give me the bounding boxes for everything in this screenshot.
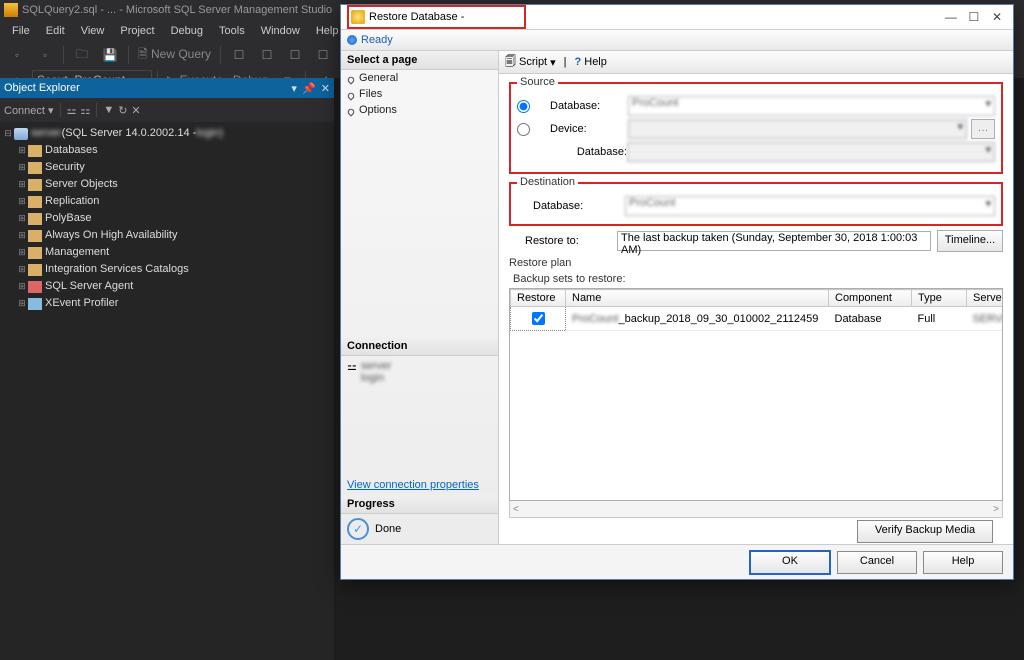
server-icon: ⚍ bbox=[347, 360, 357, 384]
maximize-icon[interactable]: ☐ bbox=[964, 10, 984, 24]
page-files[interactable]: Files bbox=[341, 86, 498, 102]
save-icon[interactable]: 💾 bbox=[97, 46, 123, 64]
dropdown-icon[interactable]: ▾ bbox=[291, 83, 297, 95]
folder-icon bbox=[28, 264, 42, 276]
object-explorer-panel: Object Explorer ▾ 📌 ✕ Connect ▾ ⚍ ⚏ ▼ ↻ … bbox=[0, 78, 335, 660]
menu-project[interactable]: Project bbox=[112, 25, 162, 37]
dialog-titlebar[interactable]: Restore Database - — ☐ ✕ bbox=[341, 5, 1013, 30]
restore-database-dialog: Restore Database - — ☐ ✕ Ready Select a … bbox=[340, 4, 1014, 580]
tb-icon[interactable]: ☐ bbox=[226, 46, 252, 64]
close-icon[interactable]: ✕ bbox=[987, 10, 1007, 24]
app-title: SQLQuery2.sql - ... - Microsoft SQL Serv… bbox=[22, 4, 332, 16]
new-query-button[interactable]: 🗎 New Query bbox=[134, 43, 215, 68]
restore-plan: Restore plan Backup sets to restore: Res… bbox=[499, 257, 1013, 544]
dialog-footer: OK Cancel Help bbox=[341, 544, 1013, 579]
dialog-title: Restore Database - bbox=[369, 11, 464, 23]
dialog-sidebar: Select a page General Files Options Conn… bbox=[341, 51, 499, 544]
tb-icon[interactable]: ✕ bbox=[131, 104, 140, 117]
progress-header: Progress bbox=[341, 495, 498, 514]
view-connection-link[interactable]: View connection properties bbox=[341, 475, 498, 495]
table-row[interactable]: ProCount_backup_2018_09_30_010002_211245… bbox=[511, 307, 1004, 331]
folder-icon bbox=[28, 213, 42, 225]
restore-to-field: The last backup taken (Sunday, September… bbox=[617, 231, 931, 251]
menu-view[interactable]: View bbox=[73, 25, 113, 37]
tb-icon[interactable]: ☐ bbox=[310, 46, 336, 64]
server-icon bbox=[14, 128, 28, 140]
timeline-button[interactable]: Timeline... bbox=[937, 230, 1003, 252]
filter-icon[interactable]: ▼ bbox=[103, 104, 114, 116]
pin-icon[interactable]: 📌 bbox=[302, 83, 316, 95]
destination-database-combo[interactable]: ProCount bbox=[625, 196, 995, 216]
verify-backup-button[interactable]: Verify Backup Media bbox=[857, 520, 993, 543]
destination-group: Destination Database: ProCount bbox=[509, 182, 1003, 226]
help-button[interactable]: ? Help bbox=[575, 56, 607, 68]
connect-button[interactable]: Connect ▾ bbox=[4, 104, 54, 117]
page-options[interactable]: Options bbox=[341, 102, 498, 118]
script-bar: 🗐 Script ▾ | ? Help bbox=[499, 51, 1013, 74]
xevent-icon bbox=[28, 298, 42, 310]
cancel-button[interactable]: Cancel bbox=[837, 551, 917, 574]
folder-icon bbox=[28, 247, 42, 259]
folder-icon bbox=[28, 145, 42, 157]
source-group: Source Database: ProCount Device: … bbox=[509, 82, 1003, 174]
minimize-icon[interactable]: — bbox=[941, 10, 961, 24]
dialog-icon bbox=[351, 10, 365, 24]
browse-button[interactable]: … bbox=[971, 119, 995, 139]
source-device-field bbox=[628, 119, 967, 139]
help-button[interactable]: Help bbox=[923, 551, 1003, 574]
ok-button[interactable]: OK bbox=[749, 550, 831, 575]
menu-edit[interactable]: Edit bbox=[38, 25, 73, 37]
close-icon[interactable]: ✕ bbox=[321, 83, 330, 95]
connection-header: Connection bbox=[341, 337, 498, 356]
page-general[interactable]: General bbox=[341, 70, 498, 86]
script-button[interactable]: 🗐 Script ▾ bbox=[505, 53, 556, 72]
folder-icon bbox=[28, 162, 42, 174]
folder-icon bbox=[28, 179, 42, 191]
menu-file[interactable]: File bbox=[4, 25, 38, 37]
agent-icon bbox=[28, 281, 42, 293]
menu-tools[interactable]: Tools bbox=[211, 25, 253, 37]
folder-icon bbox=[28, 230, 42, 242]
tb-icon[interactable]: ☐ bbox=[254, 46, 280, 64]
app-icon bbox=[4, 3, 18, 17]
object-explorer-title: Object Explorer ▾ 📌 ✕ bbox=[0, 78, 334, 98]
folder-icon bbox=[28, 196, 42, 208]
status-ready: Ready bbox=[341, 30, 1013, 51]
tb-icon[interactable]: ☐ bbox=[282, 46, 308, 64]
fwd-icon[interactable]: ◦ bbox=[32, 46, 58, 64]
source-legend: Source bbox=[517, 76, 558, 88]
source-database-radio[interactable] bbox=[517, 100, 530, 113]
restore-checkbox[interactable] bbox=[532, 312, 545, 325]
back-icon[interactable]: ◦ bbox=[4, 46, 30, 64]
source-db-disabled bbox=[627, 142, 995, 162]
destination-legend: Destination bbox=[517, 176, 578, 188]
open-icon[interactable]: 🗀 bbox=[69, 43, 95, 68]
backup-sets-grid[interactable]: Restore Name Component Type Server Datab… bbox=[509, 288, 1003, 501]
object-explorer-toolbar: Connect ▾ ⚍ ⚏ ▼ ↻ ✕ bbox=[0, 98, 334, 122]
ready-icon bbox=[347, 35, 357, 45]
horizontal-scrollbar[interactable]: <> bbox=[509, 501, 1003, 518]
menu-window[interactable]: Window bbox=[253, 25, 308, 37]
source-device-radio[interactable] bbox=[517, 123, 530, 136]
select-page-header: Select a page bbox=[341, 51, 498, 70]
tb-icon[interactable]: ↻ bbox=[118, 104, 127, 117]
tb-icon[interactable]: ⚏ bbox=[80, 104, 90, 117]
tb-icon[interactable]: ⚍ bbox=[67, 104, 77, 117]
progress-check-icon: ✓ bbox=[347, 518, 369, 540]
progress-done: Done bbox=[375, 523, 401, 535]
menu-debug[interactable]: Debug bbox=[163, 25, 211, 37]
source-database-combo[interactable]: ProCount bbox=[628, 96, 995, 116]
object-explorer-tree[interactable]: ⊟server(SQL Server 14.0.2002.14 - login)… bbox=[0, 122, 334, 660]
